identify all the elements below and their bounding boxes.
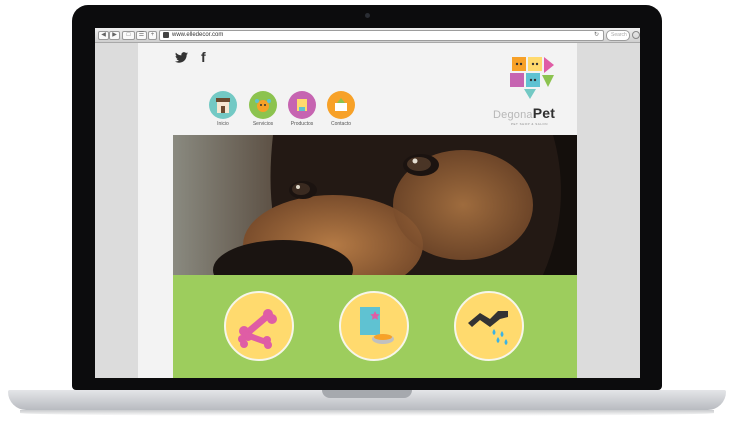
address-bar[interactable]: www.elledecor.com ↻ [159, 30, 604, 41]
shower-icon [468, 311, 508, 345]
add-tab-button[interactable]: + [148, 31, 157, 40]
laptop-notch [322, 390, 412, 398]
site-header: f Inicio Servicios Productos Contacto De… [138, 43, 577, 135]
feature-circle-food[interactable] [339, 291, 409, 361]
laptop-shadow [20, 410, 714, 416]
pet-logo-icon [510, 57, 554, 99]
site-favicon-icon [163, 32, 169, 38]
forward-button[interactable]: ▶ [109, 31, 120, 40]
nav-label: Productos [290, 121, 314, 127]
nav-item-contacto[interactable]: Contacto [323, 91, 359, 127]
back-button[interactable]: ◀ [98, 31, 109, 40]
nav-item-productos[interactable]: Productos [284, 91, 320, 127]
brand-logo-text: DegonaPet [493, 105, 563, 121]
brand-name-part1: Degona [493, 109, 533, 121]
nav-label: Inicio [217, 121, 229, 127]
browser-toolbar: ◀ ▶ □ ☰ + www.elledecor.com ↻ Search [95, 28, 640, 43]
twitter-icon[interactable] [175, 52, 188, 63]
home-icon [209, 91, 237, 119]
feature-circle-shower[interactable] [454, 291, 524, 361]
services-band [173, 275, 577, 378]
grooming-icon [249, 91, 277, 119]
brand-name-part2: Pet [532, 105, 556, 121]
settings-icon[interactable] [632, 31, 640, 39]
hero-dog-image [173, 135, 577, 275]
nav-item-servicios[interactable]: Servicios [245, 91, 281, 127]
search-field[interactable]: Search [606, 30, 630, 41]
brand-tagline: PET SHOP & SALON [511, 122, 548, 126]
feature-circle-bones[interactable] [224, 291, 294, 361]
search-placeholder: Search [611, 32, 627, 38]
contact-icon [327, 91, 355, 119]
food-bag-icon [360, 307, 394, 344]
website-page: f Inicio Servicios Productos Contacto De… [138, 43, 577, 378]
reload-icon[interactable]: ↻ [594, 31, 599, 40]
webcam-icon [365, 13, 370, 18]
bone-icon [238, 309, 277, 349]
bookmarks-button[interactable]: ☰ [136, 31, 147, 40]
products-icon [288, 91, 316, 119]
url-text: www.elledecor.com [172, 32, 224, 38]
nav-label: Servicios [252, 121, 274, 127]
facebook-icon[interactable]: f [201, 50, 206, 64]
laptop-screen: ◀ ▶ □ ☰ + www.elledecor.com ↻ Search f I… [95, 28, 640, 378]
share-button[interactable]: □ [122, 31, 135, 40]
nav-item-inicio[interactable]: Inicio [205, 91, 241, 127]
nav-label: Contacto [330, 121, 351, 127]
